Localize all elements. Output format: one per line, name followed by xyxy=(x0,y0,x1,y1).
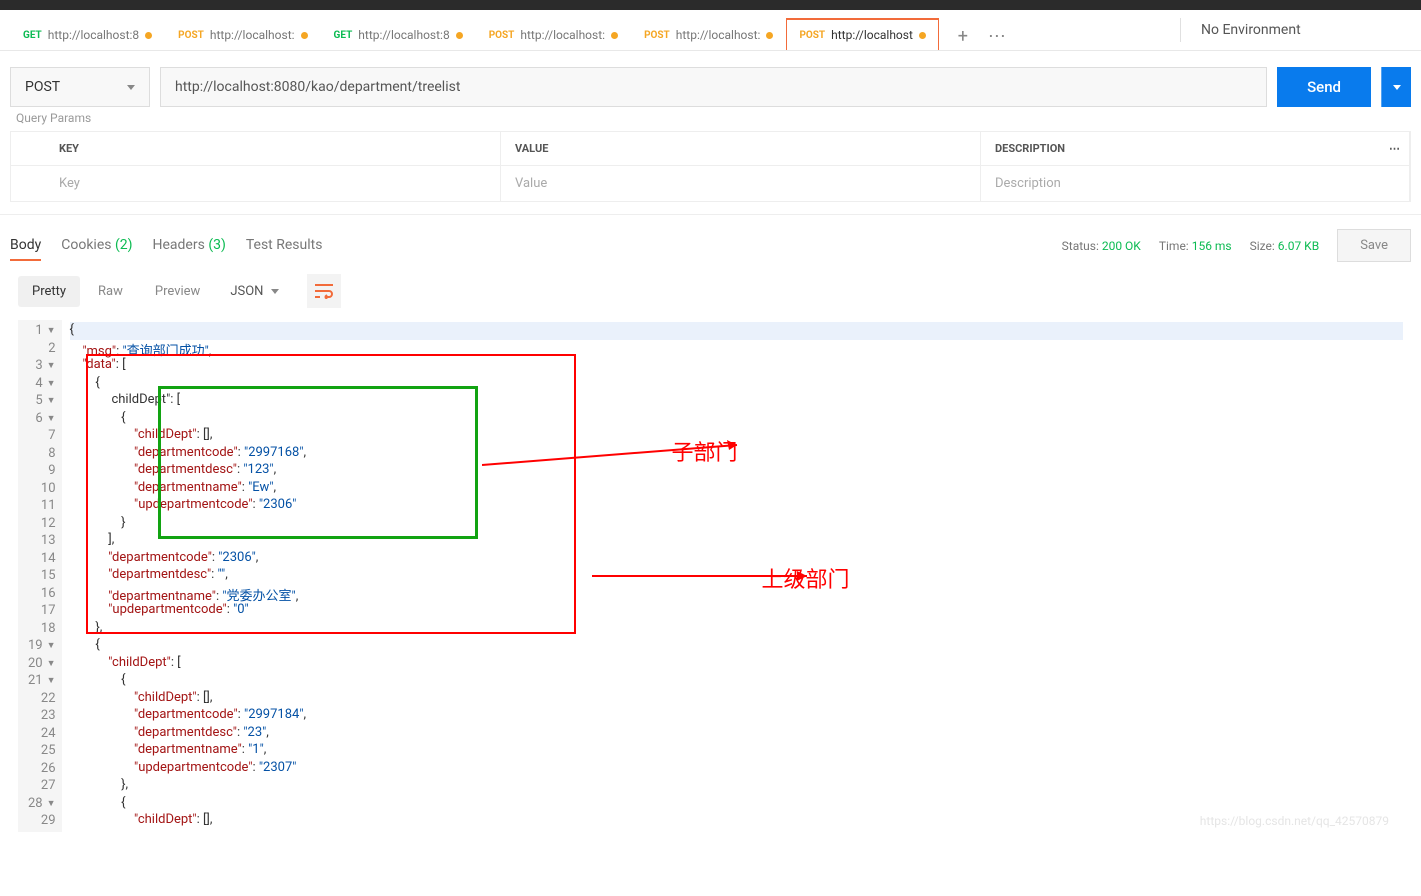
unsaved-dot-icon xyxy=(611,32,618,39)
window-chrome xyxy=(0,0,1421,10)
tab-body[interactable]: Body xyxy=(10,231,41,261)
method-badge: POST xyxy=(644,30,670,41)
caret-down-icon xyxy=(1393,85,1401,90)
request-row: POST Send xyxy=(0,51,1421,117)
response-view-bar: Pretty Raw Preview JSON xyxy=(0,262,1421,320)
view-preview[interactable]: Preview xyxy=(141,276,214,307)
col-header-key: KEY xyxy=(11,132,501,165)
tab-test-results[interactable]: Test Results xyxy=(246,231,323,261)
format-select[interactable]: JSON xyxy=(218,276,291,307)
request-tab[interactable]: POSThttp://localhost: xyxy=(165,19,320,50)
annotation-child: 子部门 xyxy=(672,435,738,467)
caret-down-icon xyxy=(271,289,279,294)
size-label: Size: 6.07 KB xyxy=(1250,239,1320,253)
desc-input[interactable]: Description xyxy=(981,166,1380,201)
unsaved-dot-icon xyxy=(919,32,926,39)
view-pretty[interactable]: Pretty xyxy=(18,276,80,307)
response-tabs-row: Body Cookies (2) Headers (3) Test Result… xyxy=(0,214,1421,262)
send-button[interactable]: Send xyxy=(1277,67,1371,107)
value-input[interactable]: Value xyxy=(501,166,981,201)
code-content[interactable]: 子部门 上级部门 { "msg": "查询部门成功", "data": [ { … xyxy=(62,320,1403,832)
save-response-button[interactable]: Save xyxy=(1337,229,1411,262)
view-raw[interactable]: Raw xyxy=(84,276,137,307)
response-body: 1 ▼23 ▼4 ▼5 ▼6 ▼78910111213141516171819 … xyxy=(18,320,1403,832)
environment-selector[interactable]: No Environment xyxy=(1181,10,1421,50)
params-table: KEY VALUE DESCRIPTION ⋯ Key Value Descri… xyxy=(10,131,1411,202)
request-tab[interactable]: GEThttp://localhost:8 xyxy=(321,19,476,50)
status-label: Status: 200 OK xyxy=(1062,239,1141,253)
unsaved-dot-icon xyxy=(145,32,152,39)
request-tab-active[interactable]: POSThttp://localhost xyxy=(786,18,938,50)
new-tab-button[interactable]: + xyxy=(949,22,977,50)
method-badge: POST xyxy=(178,30,204,41)
request-tab[interactable]: GEThttp://localhost:8 xyxy=(10,19,165,50)
method-badge: POST xyxy=(489,30,515,41)
tab-cookies[interactable]: Cookies (2) xyxy=(61,231,132,261)
method-badge: GET xyxy=(334,30,353,41)
key-input[interactable]: Key xyxy=(11,166,501,201)
query-params-label: Query Params xyxy=(0,111,1421,125)
time-label: Time: 156 ms xyxy=(1159,239,1232,253)
request-tab[interactable]: POSThttp://localhost: xyxy=(476,19,631,50)
request-tab[interactable]: POSThttp://localhost: xyxy=(631,19,786,50)
tab-menu-icon[interactable]: ⋯ xyxy=(983,22,1011,50)
method-badge: POST xyxy=(799,30,825,41)
method-select[interactable]: POST xyxy=(10,67,150,107)
watermark: https://blog.csdn.net/qq_42570879 xyxy=(1200,814,1389,828)
unsaved-dot-icon xyxy=(456,32,463,39)
tab-headers[interactable]: Headers (3) xyxy=(153,231,226,261)
col-header-desc: DESCRIPTION xyxy=(981,132,1380,165)
method-badge: GET xyxy=(23,30,42,41)
unsaved-dot-icon xyxy=(301,32,308,39)
caret-down-icon xyxy=(127,85,135,90)
annotation-parent: 上级部门 xyxy=(762,562,850,594)
line-gutter: 1 ▼23 ▼4 ▼5 ▼6 ▼78910111213141516171819 … xyxy=(18,320,62,832)
header: GEThttp://localhost:8 POSThttp://localho… xyxy=(0,10,1421,51)
unsaved-dot-icon xyxy=(766,32,773,39)
request-tabs: GEThttp://localhost:8 POSThttp://localho… xyxy=(0,10,1180,50)
col-header-value: VALUE xyxy=(501,132,981,165)
wrap-lines-icon[interactable] xyxy=(307,274,341,308)
send-dropdown[interactable] xyxy=(1381,67,1411,107)
url-input[interactable] xyxy=(160,67,1267,107)
table-options-icon[interactable]: ⋯ xyxy=(1380,132,1410,165)
